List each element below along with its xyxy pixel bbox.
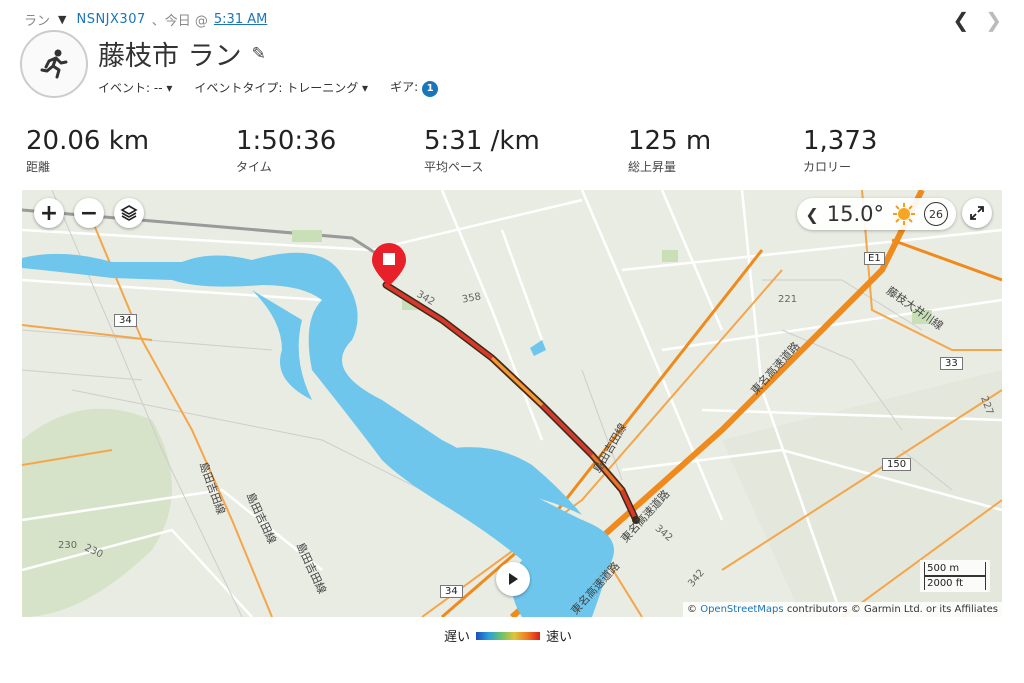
pace-legend: 遅い 速い <box>444 626 572 645</box>
sun-icon <box>893 203 915 225</box>
stat-avg-pace: 5:31 /km 平均ペース <box>424 126 628 175</box>
stat-label: 平均ペース <box>424 160 484 174</box>
day-label: 、今日 @ <box>151 14 208 29</box>
road-number-label: 150 <box>882 458 912 471</box>
layers-icon <box>120 205 138 221</box>
stat-value: 125 m <box>628 126 712 156</box>
activity-type-avatar <box>20 30 88 98</box>
weather-expand-icon[interactable]: ❮ <box>805 205 818 224</box>
stat-value: 1:50:36 <box>236 126 337 156</box>
activity-type-label: ラン <box>24 14 51 29</box>
play-icon <box>509 573 518 585</box>
scale-imperial: 2000 ft <box>924 576 986 590</box>
stat-label: カロリー <box>803 160 852 174</box>
stat-time: 1:50:36 タイム <box>236 126 424 175</box>
stat-value: 1,373 <box>803 126 878 156</box>
legend-slow-label: 遅い <box>444 630 471 645</box>
stat-label: タイム <box>236 160 272 174</box>
zoom-in-button[interactable]: + <box>34 198 64 228</box>
stat-value: 20.06 km <box>26 126 150 156</box>
map-layers-button[interactable] <box>114 198 144 228</box>
scale-metric: 500 m <box>924 562 986 576</box>
activity-time-link[interactable]: 5:31 AM <box>214 12 267 27</box>
stat-elevation-gain: 125 m 総上昇量 <box>628 126 803 175</box>
device-link[interactable]: NSNJX307 <box>76 12 145 27</box>
attribution-text: contributors © Garmin Ltd. or its Affili… <box>786 604 998 615</box>
map-tiles[interactable] <box>22 190 1002 617</box>
road-number-label: 34 <box>440 585 463 598</box>
attribution-prefix: © <box>687 604 698 615</box>
map-attribution: © OpenStreetMaps contributors © Garmin L… <box>683 602 1002 617</box>
stat-label: 距離 <box>26 160 51 174</box>
edit-pencil-icon[interactable]: ✎ <box>252 44 266 64</box>
weather-widget: ❮ 15.0° 26 <box>797 198 956 230</box>
road-number-label: 230 <box>58 540 78 551</box>
play-route-button[interactable] <box>496 562 530 596</box>
next-activity-icon[interactable]: ❯ <box>985 8 1002 32</box>
stat-calories: 1,373 カロリー <box>803 126 953 175</box>
gear-label: ギア: <box>390 80 419 94</box>
event-type-dropdown[interactable]: イベントタイプ: トレーニング ▾ <box>194 79 368 96</box>
activity-breadcrumb: ラン ▼ NSNJX307 、今日 @ 5:31 AM <box>24 10 267 29</box>
activity-title-text: 藤枝市 ラン <box>98 41 242 72</box>
activity-navigation: ❮ ❯ <box>952 8 1002 32</box>
zoom-out-button[interactable]: − <box>74 198 104 228</box>
gear-count-badge: 1 <box>422 80 439 97</box>
temperature-value: 15.0° <box>826 202 884 226</box>
road-number-label: 33 <box>940 357 963 370</box>
osm-link[interactable]: OpenStreetMaps <box>700 604 783 615</box>
stat-value: 5:31 /km <box>424 126 540 156</box>
activity-meta-row: イベント: -- ▾ イベントタイプ: トレーニング ▾ ギア: 1 <box>98 78 439 97</box>
activity-title: 藤枝市 ラン ✎ <box>98 34 266 73</box>
fullscreen-button[interactable] <box>962 198 992 228</box>
stat-distance: 20.06 km 距離 <box>26 126 236 175</box>
event-type-label: イベントタイプ: トレーニング <box>194 80 359 95</box>
wind-speed-indicator: 26 <box>924 202 948 226</box>
expand-icon <box>970 206 984 220</box>
activity-type-dropdown-icon[interactable]: ▼ <box>58 13 66 26</box>
stat-label: 総上昇量 <box>628 160 677 174</box>
running-person-icon <box>40 49 68 79</box>
road-number-label: 34 <box>114 314 137 327</box>
legend-fast-label: 速い <box>546 630 573 645</box>
event-dropdown[interactable]: イベント: -- ▾ <box>98 79 172 96</box>
summary-stats: 20.06 km 距離 1:50:36 タイム 5:31 /km 平均ペース 1… <box>26 126 953 175</box>
route-map[interactable]: 34 34 33 150 E1 221 227 342 342 342 358 … <box>22 190 1002 617</box>
event-label: イベント: -- <box>98 80 163 95</box>
gear-selector[interactable]: ギア: 1 <box>390 78 439 97</box>
pace-gradient-bar <box>476 631 541 640</box>
road-number-label: E1 <box>864 252 885 265</box>
road-number-label: 221 <box>778 294 798 305</box>
map-scale: 500 m 2000 ft <box>920 560 990 592</box>
previous-activity-icon[interactable]: ❮ <box>952 8 969 32</box>
